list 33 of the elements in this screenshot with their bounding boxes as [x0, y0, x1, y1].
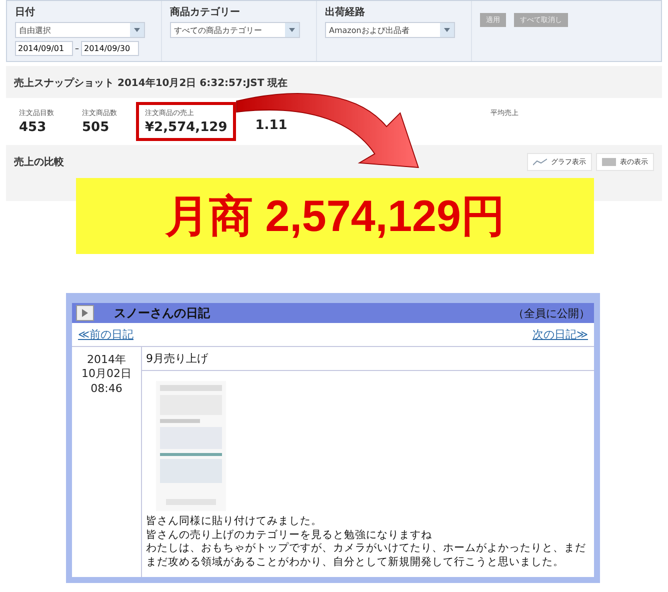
dropdown[interactable]: Amazonおよび出品者 — [325, 22, 455, 38]
section-title: 売上の比較 — [14, 156, 64, 169]
diary-text: わたしは、おもちゃがトップですが、カメラがいけてたり、ホームがよかったりと、まだまだ攻める領域があることがわかり、自分として新規開発して行こうと思いました。 — [146, 542, 587, 570]
entry-title: 9月売り上げ — [142, 347, 594, 371]
previous-link[interactable]: ≪前の日記 — [78, 327, 134, 342]
metric-value: ¥2,574,129 — [145, 120, 228, 135]
filter-label: 日付 — [15, 6, 36, 19]
table-icon — [602, 158, 616, 166]
caret-icon — [440, 23, 454, 37]
metric-value: 1.11 — [255, 118, 288, 133]
play-icon[interactable] — [76, 305, 94, 321]
entry-date: 10月02日 — [82, 367, 132, 382]
filter-label: 商品カテゴリー — [170, 5, 241, 19]
diary-title: スノーさんの日記 — [114, 304, 211, 322]
entry-date: 2014年 — [87, 353, 126, 368]
range-separator: – — [75, 44, 79, 53]
dropdown[interactable]: すべての商品カテゴリー — [170, 22, 300, 38]
next-link[interactable]: 次の日記≫ — [532, 327, 588, 342]
snapshot-title: 売上スナップショット 2014年10月2日 6:32:57:JST 現在 — [13, 76, 289, 91]
banner: 月商 2,574,129円 — [76, 178, 594, 254]
visibility-label: （全員に公開） — [513, 306, 590, 320]
line-chart-icon — [533, 158, 547, 166]
date-field[interactable]: 2014/09/30 — [81, 41, 139, 56]
dropdown[interactable]: 自由選択 — [15, 22, 145, 38]
diary-text: 皆さん同様に貼り付けてみました。 — [146, 515, 323, 529]
diary-text: 皆さんの売り上げのカテゴリーを見ると勉強になりますね — [146, 528, 433, 542]
filter-label: 出荷経路 — [325, 6, 366, 19]
metric-value: 505 — [82, 120, 110, 135]
metric-value: 453 — [19, 120, 48, 135]
entry-date: 08:46 — [90, 382, 122, 396]
caret-icon — [285, 23, 299, 37]
date-field[interactable]: 2014/09/01 — [15, 41, 73, 56]
caret-icon — [130, 23, 144, 37]
